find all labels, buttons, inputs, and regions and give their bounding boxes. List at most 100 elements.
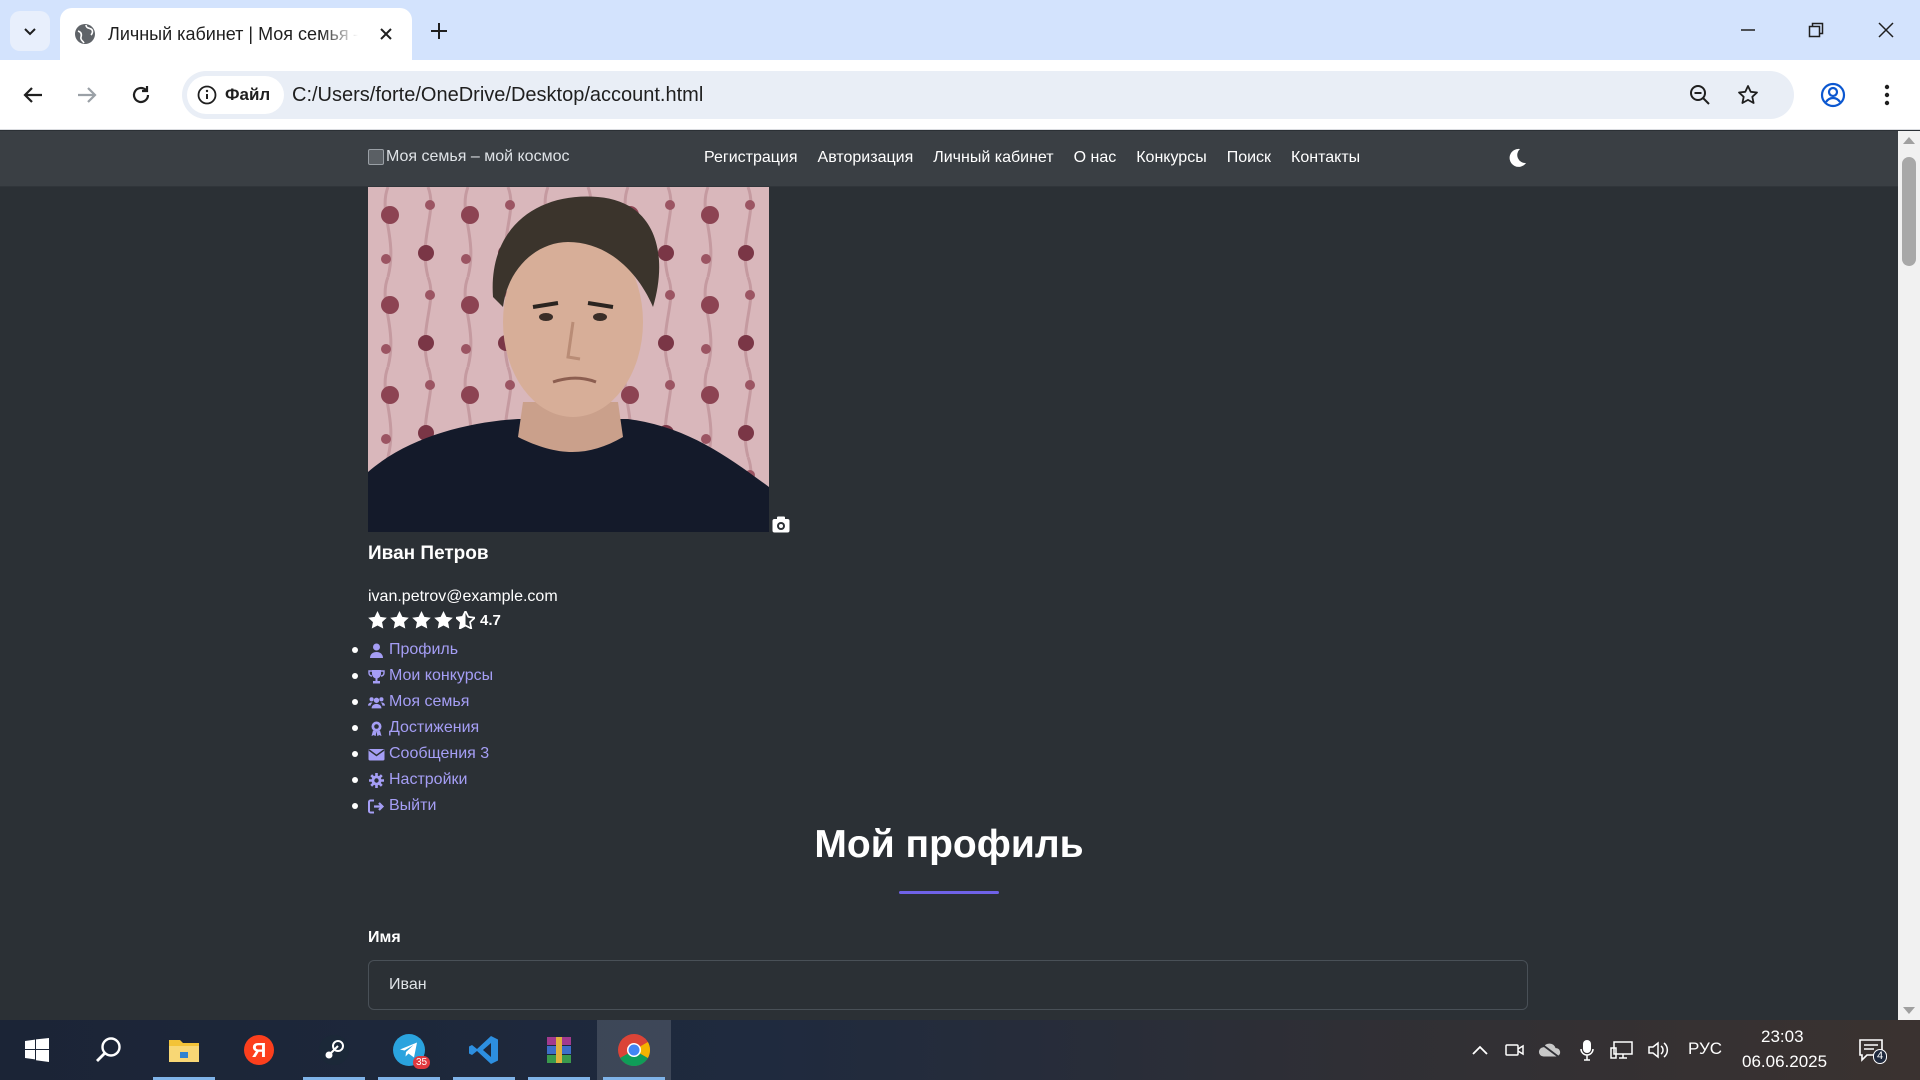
taskbar-steam[interactable] (297, 1020, 371, 1080)
brand-alt-text: Моя семья – мой космос (386, 148, 570, 165)
camera-icon[interactable] (772, 516, 790, 533)
tray-onedrive[interactable] (1538, 1038, 1562, 1062)
menu-item-settings[interactable]: Настройки (352, 767, 493, 793)
taskbar-chrome[interactable] (597, 1020, 671, 1080)
chrome-icon (618, 1034, 651, 1066)
winrar-icon (547, 1037, 571, 1063)
main-nav: Регистрация Авторизация Личный кабинет О… (704, 149, 1360, 167)
start-button[interactable] (0, 1020, 74, 1080)
menu-item-label: Профиль (389, 641, 459, 658)
account-circle-icon (1820, 82, 1846, 108)
browser-menu-button[interactable] (1867, 75, 1907, 115)
menu-item-profile[interactable]: Профиль (352, 637, 493, 663)
nav-link-login[interactable]: Авторизация (818, 149, 914, 167)
speaker-icon (1648, 1041, 1669, 1059)
vscode-icon (469, 1036, 498, 1064)
action-center-button[interactable]: 4 (1856, 1038, 1888, 1064)
microphone-icon (1580, 1040, 1594, 1061)
zoom-out-icon (1690, 85, 1710, 105)
zoom-button[interactable] (1684, 79, 1716, 111)
arrow-left-icon (23, 87, 42, 103)
address-bar[interactable]: Файл C:/Users/forte/OneDrive/Desktop/acc… (182, 71, 1794, 119)
moon-icon[interactable] (1506, 147, 1528, 169)
show-hidden-icons-button[interactable] (1468, 1038, 1492, 1062)
reload-icon (132, 86, 150, 104)
nav-link-about[interactable]: О нас (1074, 149, 1117, 167)
minimize-button[interactable] (1714, 0, 1782, 60)
plus-icon (431, 23, 447, 39)
more-vertical-icon (1884, 84, 1890, 106)
folder-icon (169, 1040, 199, 1062)
new-tab-button[interactable] (422, 14, 456, 48)
nav-link-account[interactable]: Личный кабинет (933, 149, 1053, 167)
tab-search-button[interactable] (10, 11, 50, 51)
first-name-input[interactable] (368, 960, 1528, 1010)
section-title: Мой профиль (814, 823, 1084, 866)
yandex-browser-icon: Я (244, 1035, 274, 1065)
notification-count-badge: 4 (1873, 1049, 1888, 1064)
clock-time[interactable]: 23:03 (1761, 1027, 1804, 1047)
scrollbar-thumb[interactable] (1902, 157, 1916, 266)
restore-button[interactable] (1782, 0, 1850, 60)
account-menu: Профиль Мои конкурсы Моя семья Достижени… (352, 637, 493, 819)
scroll-up-arrow-icon[interactable] (1903, 137, 1915, 144)
menu-item-contests[interactable]: Мои конкурсы (352, 663, 493, 689)
clock-date[interactable]: 06.06.2025 (1742, 1052, 1827, 1072)
profile-button[interactable] (1813, 75, 1853, 115)
forward-button[interactable] (67, 75, 107, 115)
award-icon (371, 721, 382, 736)
nav-link-search[interactable]: Поиск (1227, 149, 1271, 167)
tray-meet-now[interactable] (1503, 1038, 1527, 1062)
broken-image-icon (368, 149, 384, 165)
url-text[interactable]: C:/Users/forte/OneDrive/Desktop/account.… (292, 84, 703, 107)
trophy-icon (368, 669, 385, 683)
network-ethernet-icon (1610, 1041, 1633, 1059)
nav-link-contacts[interactable]: Контакты (1291, 149, 1360, 167)
taskbar-vscode[interactable] (447, 1020, 521, 1080)
menu-item-messages[interactable]: Сообщения 3 (352, 741, 493, 767)
page-viewport: Моя семья – мой космос Регистрация Автор… (0, 131, 1898, 1020)
rating-value: 4.7 (480, 611, 501, 629)
page-scrollbar[interactable] (1898, 131, 1920, 1020)
tray-volume[interactable] (1647, 1038, 1671, 1062)
star-icon (412, 611, 431, 629)
title-underline (899, 891, 999, 894)
windows-taskbar: Я 35 РУС 23:03 06.06.2025 4 (0, 1020, 1920, 1080)
input-language[interactable]: РУС (1688, 1039, 1722, 1059)
scroll-down-arrow-icon[interactable] (1903, 1007, 1915, 1014)
bookmark-button[interactable] (1732, 79, 1764, 111)
menu-item-label: Настройки (389, 771, 468, 788)
menu-item-family[interactable]: Моя семья (352, 689, 493, 715)
taskbar-explorer[interactable] (147, 1020, 221, 1080)
chevron-down-icon (24, 28, 36, 36)
menu-item-logout[interactable]: Выйти (352, 793, 493, 819)
arrow-right-icon (78, 87, 97, 103)
cog-icon (369, 772, 384, 788)
close-icon (1878, 22, 1894, 38)
tab-title: Личный кабинет | Моя семья – мой космос (108, 23, 358, 44)
star-half-icon (456, 611, 475, 629)
reload-button[interactable] (121, 75, 161, 115)
tray-network[interactable] (1610, 1038, 1634, 1062)
cloud-offline-icon (1538, 1042, 1561, 1059)
star-outline-icon (1738, 85, 1758, 104)
nav-link-register[interactable]: Регистрация (704, 149, 798, 167)
search-button[interactable] (72, 1020, 146, 1080)
envelope-icon (368, 748, 385, 760)
close-window-button[interactable] (1852, 0, 1920, 60)
taskbar-telegram[interactable]: 35 (372, 1020, 446, 1080)
brand-logo-link[interactable]: Моя семья – мой космос (368, 148, 569, 166)
site-navbar: Моя семья – мой космос Регистрация Автор… (0, 131, 1898, 187)
taskbar-yandex[interactable]: Я (222, 1020, 296, 1080)
back-button[interactable] (13, 75, 53, 115)
tray-microphone[interactable] (1575, 1038, 1599, 1062)
browser-tab-active[interactable]: Личный кабинет | Моя семья – мой космос (60, 8, 412, 60)
telegram-unread-badge: 35 (413, 1056, 431, 1069)
menu-item-achievements[interactable]: Достижения (352, 715, 493, 741)
taskbar-winrar[interactable] (522, 1020, 596, 1080)
info-icon (197, 85, 217, 105)
svg-text:Я: Я (252, 1040, 266, 1062)
nav-link-contests[interactable]: Конкурсы (1136, 149, 1206, 167)
site-info-chip[interactable]: Файл (187, 76, 285, 114)
tab-close-button[interactable] (374, 22, 398, 46)
